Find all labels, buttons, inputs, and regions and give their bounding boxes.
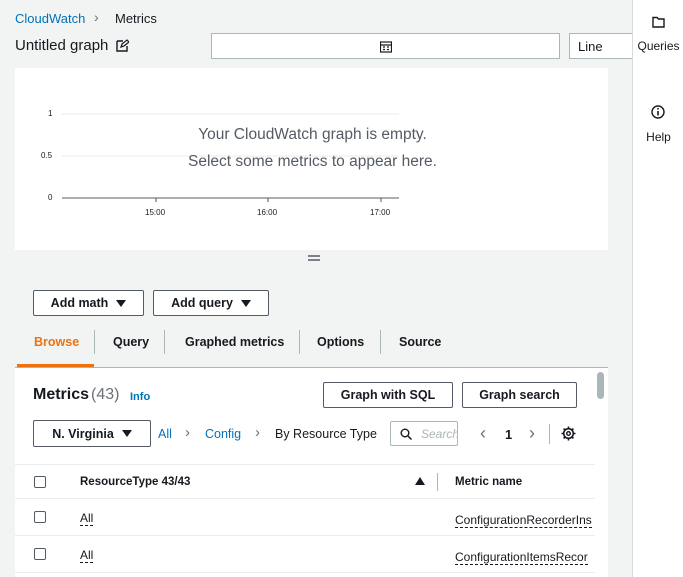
breadcrumb-chevron-icon: › <box>94 9 99 25</box>
region-value: N. Virginia <box>52 426 114 441</box>
region-caret-icon <box>121 430 132 437</box>
tab-options[interactable]: Options <box>317 335 364 349</box>
right-rail: Queries Help <box>632 0 683 577</box>
column-header-metric-name[interactable]: Metric name <box>455 476 522 488</box>
time-range-input[interactable] <box>211 33 560 59</box>
column-header-resourcetype[interactable]: ResourceType 43/43 <box>80 476 190 488</box>
add-query-label: Add query <box>171 296 233 310</box>
prev-page-icon[interactable]: ‹ <box>480 423 486 444</box>
row-resource-type[interactable]: All <box>80 548 94 563</box>
row-metric-name-cell: ConfigurationItemsRecor <box>455 548 595 566</box>
x-tick-1500: 15:00 <box>145 208 166 217</box>
page-number[interactable]: 1 <box>505 427 512 442</box>
tab-query[interactable]: Query <box>113 335 149 349</box>
next-page-icon[interactable]: › <box>529 423 535 444</box>
pagination-divider <box>549 424 550 444</box>
graph-with-sql-label: Graph with SQL <box>340 388 436 402</box>
tab-browse[interactable]: Browse <box>34 335 79 349</box>
select-all-checkbox[interactable] <box>34 476 46 488</box>
breadcrumb-current: Metrics <box>115 11 157 26</box>
row-checkbox[interactable] <box>34 511 46 523</box>
x-tick-1600: 16:00 <box>257 208 278 217</box>
row-checkbox[interactable] <box>34 548 46 560</box>
tabs-underline <box>15 367 608 368</box>
graph-with-sql-button[interactable]: Graph with SQL <box>323 382 453 408</box>
calendar-icon <box>380 41 392 53</box>
table-row[interactable]: All ConfigurationItemsRecor <box>15 536 595 572</box>
y-tick-0-5: 0.5 <box>41 151 53 160</box>
tab-divider <box>380 330 381 354</box>
info-circle-icon <box>651 105 665 119</box>
table-row[interactable]: All ConfigurationRecorderIns <box>15 499 595 535</box>
add-query-button[interactable]: Add query <box>153 290 269 316</box>
metrics-count: (43) <box>91 386 120 403</box>
row-resource-type[interactable]: All <box>80 511 94 526</box>
y-tick-1: 1 <box>48 109 53 118</box>
scrollbar-thumb[interactable] <box>597 372 604 399</box>
help-rail-button[interactable]: Help <box>633 100 683 148</box>
graph-title: Untitled graph <box>15 37 109 54</box>
settings-gear-icon[interactable] <box>561 426 576 441</box>
metrics-heading: Metrics <box>33 386 90 403</box>
row-metric-name[interactable]: ConfigurationItemsRecor <box>455 550 588 565</box>
search-placeholder: Search <box>421 427 458 441</box>
path-chevron-icon: › <box>255 424 260 441</box>
x-tick-1700: 17:00 <box>370 208 391 217</box>
help-label: Help <box>646 130 671 144</box>
graph-search-button[interactable]: Graph search <box>462 382 577 408</box>
table-top-border <box>15 464 595 465</box>
chart-type-select[interactable]: Line <box>569 33 639 59</box>
path-current: By Resource Type <box>275 427 377 441</box>
folder-icon <box>652 16 665 28</box>
edit-title-icon[interactable] <box>116 39 129 52</box>
add-query-caret-icon <box>240 299 251 307</box>
tab-divider <box>164 330 165 354</box>
add-math-button[interactable]: Add math <box>33 290 144 316</box>
region-select[interactable]: N. Virginia <box>33 420 151 447</box>
tab-graphed-metrics[interactable]: Graphed metrics <box>185 335 284 349</box>
search-icon <box>400 428 412 440</box>
y-tick-0: 0 <box>48 193 53 202</box>
path-all-link[interactable]: All <box>158 427 172 441</box>
graph-search-label: Graph search <box>479 388 560 402</box>
queries-label: Queries <box>637 39 680 53</box>
chart-type-value: Line <box>578 39 603 54</box>
info-link[interactable]: Info <box>130 391 150 403</box>
column-resizer[interactable] <box>437 473 438 491</box>
sort-ascending-icon[interactable] <box>415 477 425 485</box>
metric-search-input[interactable]: Search <box>390 421 458 446</box>
resize-handle-icon[interactable] <box>307 253 321 263</box>
add-math-label: Add math <box>50 296 109 310</box>
tab-divider <box>94 330 95 354</box>
path-chevron-icon: › <box>185 424 190 441</box>
tab-divider <box>299 330 300 354</box>
row-metric-name[interactable]: ConfigurationRecorderIns <box>455 513 592 528</box>
tab-source[interactable]: Source <box>399 335 441 349</box>
breadcrumb-cloudwatch[interactable]: CloudWatch <box>15 11 85 26</box>
empty-graph-line2: Select some metrics to appear here. <box>188 153 437 170</box>
row-divider <box>15 572 595 573</box>
queries-rail-button[interactable]: Queries <box>633 10 683 58</box>
path-config-link[interactable]: Config <box>205 427 241 441</box>
row-metric-name-cell: ConfigurationRecorderIns <box>455 511 595 529</box>
empty-graph-line1: Your CloudWatch graph is empty. <box>198 126 427 143</box>
add-math-caret-icon <box>116 299 127 307</box>
